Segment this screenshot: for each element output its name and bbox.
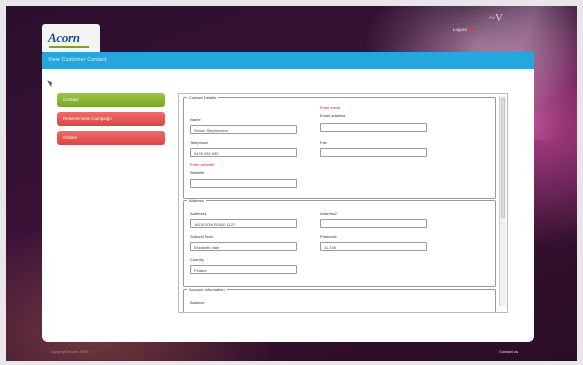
logo-card: Acorn bbox=[42, 24, 100, 52]
logout-icon bbox=[468, 27, 473, 32]
website-field[interactable] bbox=[190, 179, 297, 188]
nav-orders[interactable]: Orders bbox=[57, 131, 165, 145]
email-warning: Enter email bbox=[320, 105, 341, 110]
website-label: Website bbox=[190, 170, 205, 175]
name-field[interactable]: Simon Stephenson bbox=[190, 125, 297, 134]
page-title: View Customer Contact bbox=[48, 57, 107, 63]
address1-label: Address1 bbox=[190, 211, 207, 216]
logo: Acorn bbox=[48, 30, 80, 45]
contact-details-legend: Contact Details bbox=[189, 95, 217, 100]
brand-mark-icon: ~V bbox=[489, 12, 503, 24]
logo-underline bbox=[49, 46, 89, 48]
email-label: Email address bbox=[320, 113, 346, 118]
contact-form: Contact Details Name Simon Stephenson Te… bbox=[178, 93, 508, 313]
scrollbar-thumb[interactable] bbox=[501, 98, 505, 218]
telephone-label: Telephone bbox=[190, 140, 209, 145]
address-legend: Address bbox=[189, 198, 204, 203]
address-fieldset: Address Address1 JACKSON ROAD 1127 Subur… bbox=[183, 198, 496, 287]
desktop-background: Acorn ~V Logout View Customer Contact Co… bbox=[6, 6, 577, 361]
nav-contact[interactable]: Contact bbox=[57, 93, 165, 107]
country-label: Country bbox=[190, 257, 205, 262]
postcode-field[interactable]: 11-100 bbox=[320, 242, 427, 251]
fax-field[interactable] bbox=[320, 148, 427, 157]
main-panel: Contact Reserve New Campaign Orders Cont… bbox=[42, 69, 534, 342]
mouse-cursor-icon bbox=[47, 78, 54, 88]
fax-label: Fax bbox=[320, 140, 327, 145]
account-information-legend: Account Information bbox=[189, 287, 225, 292]
logout-label: Logout bbox=[453, 27, 467, 32]
email-field[interactable] bbox=[320, 123, 427, 132]
country-field[interactable]: Poland bbox=[190, 265, 297, 274]
address2-label: Address2 bbox=[320, 211, 337, 216]
address1-field[interactable]: JACKSON ROAD 1127 bbox=[190, 219, 297, 228]
telephone-field[interactable]: 0478 432 630 bbox=[190, 148, 297, 157]
page-titlebar: View Customer Contact bbox=[42, 52, 534, 69]
form-scrollbar[interactable] bbox=[499, 96, 506, 306]
suburb-field[interactable]: Elizabeth Vale bbox=[190, 242, 297, 251]
footer-contact-link[interactable]: Contact us bbox=[499, 349, 518, 354]
postcode-label: Postcode bbox=[320, 234, 337, 239]
logout-link[interactable]: Logout bbox=[453, 27, 473, 32]
footer-copyright: Copyright Acorn 2009 bbox=[50, 349, 89, 354]
suburb-label: Suburb/Town bbox=[190, 234, 214, 239]
account-information-fieldset: Account Information Balance bbox=[183, 287, 496, 312]
address2-field[interactable] bbox=[320, 219, 427, 228]
balance-label: Balance bbox=[190, 300, 205, 305]
name-label: Name bbox=[190, 117, 201, 122]
contact-details-fieldset: Contact Details Name Simon Stephenson Te… bbox=[183, 95, 496, 199]
website-warning: Enter website bbox=[190, 162, 215, 167]
nav-reserve-new-campaign[interactable]: Reserve New Campaign bbox=[57, 112, 165, 126]
